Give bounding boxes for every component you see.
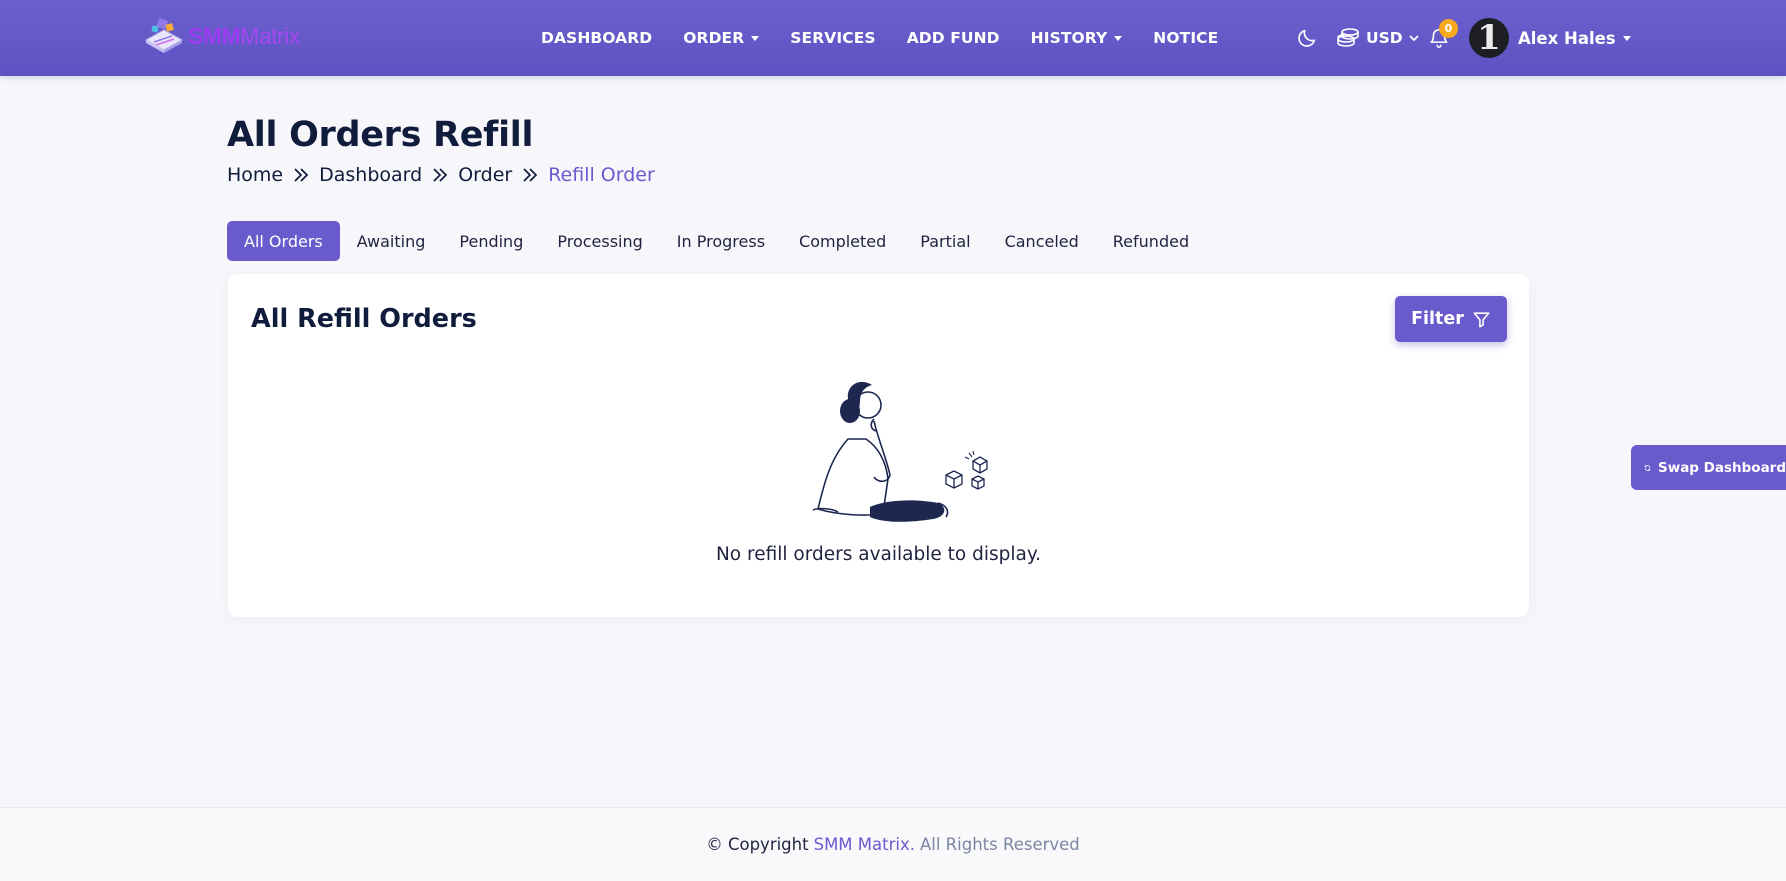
- avatar[interactable]: 1: [1469, 18, 1509, 58]
- empty-state-message: No refill orders available to display.: [715, 544, 1042, 565]
- refresh-icon: [1644, 464, 1651, 471]
- card-title: All Refill Orders: [251, 304, 477, 334]
- double-chevron-right-icon: [520, 165, 540, 185]
- caret-down-icon: [751, 35, 760, 41]
- currency-label: USD: [1366, 29, 1403, 47]
- footer-copyright: © Copyright: [706, 835, 809, 854]
- tab-all-orders[interactable]: All Orders: [227, 221, 340, 261]
- footer: © Copyright SMM Matrix. All Rights Reser…: [0, 808, 1786, 881]
- nav-notice[interactable]: NOTICE: [1153, 29, 1218, 47]
- breadcrumb-order[interactable]: Order: [458, 164, 512, 186]
- order-status-tabs: All Orders Awaiting Pending Processing I…: [227, 221, 1206, 261]
- double-chevron-right-icon: [430, 165, 450, 185]
- footer-brand-link[interactable]: SMM Matrix.: [814, 835, 915, 854]
- tab-completed[interactable]: Completed: [782, 221, 903, 261]
- page-title: All Orders Refill: [227, 115, 534, 155]
- swap-dashboard-button[interactable]: Swap Dashboard: [1631, 445, 1786, 490]
- coins-icon: [1337, 28, 1359, 47]
- nav-services[interactable]: SERVICES: [790, 29, 875, 47]
- nav-add-fund[interactable]: ADD FUND: [907, 29, 1000, 47]
- main-nav: DASHBOARD ORDER SERVICES ADD FUND HISTOR…: [541, 0, 1249, 76]
- currency-selector[interactable]: USD: [1336, 0, 1421, 76]
- breadcrumb-home[interactable]: Home: [227, 164, 283, 186]
- footer-rights: All Rights Reserved: [919, 835, 1080, 854]
- user-name: Alex Hales: [1518, 28, 1616, 48]
- tab-partial[interactable]: Partial: [903, 221, 987, 261]
- logo-icon: [142, 16, 186, 56]
- user-menu[interactable]: Alex Hales: [1518, 0, 1631, 76]
- nav-order[interactable]: ORDER: [683, 29, 760, 47]
- refill-orders-card: All Refill Orders Filter No refill order…: [228, 274, 1529, 617]
- tab-canceled[interactable]: Canceled: [988, 221, 1096, 261]
- breadcrumb-dashboard[interactable]: Dashboard: [319, 164, 422, 186]
- tab-processing[interactable]: Processing: [540, 221, 659, 261]
- tab-awaiting[interactable]: Awaiting: [340, 221, 443, 261]
- nav-history[interactable]: HISTORY: [1031, 29, 1123, 47]
- notification-count-badge: 0: [1439, 19, 1458, 38]
- filter-button[interactable]: Filter: [1395, 296, 1507, 342]
- chevron-down-icon: [1408, 35, 1419, 42]
- nav-dashboard[interactable]: DASHBOARD: [541, 29, 652, 47]
- caret-down-icon: [1622, 35, 1631, 41]
- moon-icon: [1298, 29, 1316, 47]
- dark-mode-toggle[interactable]: [1296, 0, 1322, 76]
- double-chevron-right-icon: [291, 165, 311, 185]
- breadcrumb-current: Refill Order: [548, 164, 655, 186]
- swap-dashboard-label: Swap Dashboard: [1658, 459, 1786, 476]
- filter-button-label: Filter: [1411, 309, 1464, 329]
- notifications-button[interactable]: [1428, 0, 1458, 76]
- tab-in-progress[interactable]: In Progress: [660, 221, 782, 261]
- top-navbar: SMMMatrix DASHBOARD ORDER SERVICES ADD F…: [0, 0, 1786, 76]
- brand-logo[interactable]: SMMMatrix: [142, 16, 300, 56]
- avatar-glyph: 1: [1477, 18, 1501, 58]
- tab-refunded[interactable]: Refunded: [1096, 221, 1206, 261]
- tab-pending[interactable]: Pending: [442, 221, 540, 261]
- logo-text: SMMMatrix: [188, 22, 300, 49]
- empty-state-illustration: [812, 381, 988, 522]
- caret-down-icon: [1114, 35, 1123, 41]
- breadcrumb: Home Dashboard Order Refill Order: [227, 164, 655, 186]
- filter-icon: [1473, 311, 1490, 327]
